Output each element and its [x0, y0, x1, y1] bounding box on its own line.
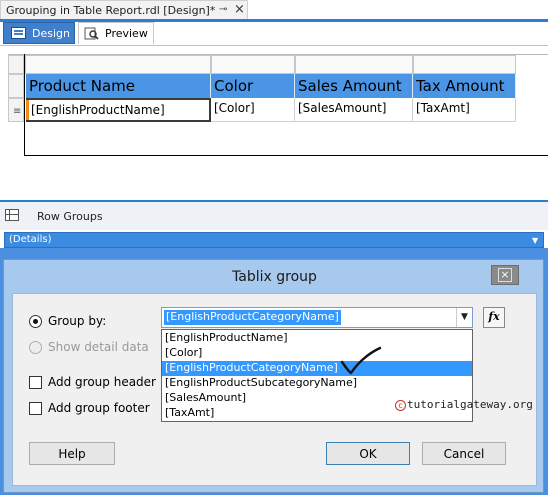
column-handle[interactable]: [25, 55, 211, 74]
details-group-item[interactable]: (Details) ▼: [4, 232, 544, 248]
watermark-text: tutorialgateway.org: [407, 398, 533, 411]
header-row-handle[interactable]: [8, 74, 24, 98]
group-by-combobox-value: [EnglishProductCategoryName]: [164, 310, 341, 325]
tablix-group-dialog: Tablix group × Group by: Show detail dat…: [3, 259, 544, 493]
group-by-label: Group by:: [48, 314, 107, 328]
close-icon: ×: [498, 268, 512, 282]
add-group-header-label: Add group header: [48, 375, 156, 389]
tab-design[interactable]: Design: [3, 22, 75, 44]
column-handle[interactable]: [413, 55, 516, 74]
dropdown-option[interactable]: [EnglishProductSubcategoryName]: [162, 376, 472, 391]
tablix-header-row: Product Name Color Sales Amount Tax Amou…: [26, 74, 516, 98]
detail-cell-product-name[interactable]: [EnglishProductName]: [26, 98, 211, 122]
column-handle[interactable]: [295, 55, 413, 74]
show-detail-radio[interactable]: [29, 341, 42, 354]
details-group-icon: ≡: [13, 106, 22, 117]
dialog-close-button[interactable]: ×: [491, 265, 519, 285]
dialog-content: Group by: Show detail data [EnglishProdu…: [12, 293, 537, 486]
chevron-down-icon[interactable]: ▼: [456, 308, 472, 327]
design-icon: [11, 27, 26, 39]
tablix-column-handles: [25, 55, 516, 74]
watermark: c tutorialgateway.org: [395, 398, 533, 411]
selected-row-indicator: [26, 100, 29, 120]
dropdown-option[interactable]: [EnglishProductName]: [162, 331, 472, 346]
cancel-button[interactable]: Cancel: [422, 442, 506, 465]
report-body-bottom-border: [24, 155, 548, 156]
tablix-corner-handle[interactable]: [8, 55, 24, 74]
ok-button[interactable]: OK: [326, 442, 410, 465]
dialog-title: Tablix group: [232, 269, 317, 285]
show-detail-label: Show detail data: [48, 340, 149, 354]
dropdown-option[interactable]: [Color]: [162, 346, 472, 361]
row-groups-label: Row Groups: [37, 210, 103, 223]
tab-preview[interactable]: Preview: [78, 22, 154, 44]
row-groups-icon: [5, 209, 19, 221]
header-cell-color[interactable]: Color: [211, 74, 295, 98]
help-button[interactable]: Help: [29, 442, 115, 465]
dropdown-option-selected[interactable]: [EnglishProductCategoryName]: [162, 361, 472, 376]
header-cell-tax-amount[interactable]: Tax Amount: [413, 74, 516, 98]
add-group-footer-label: Add group footer: [48, 401, 150, 415]
detail-row-handle[interactable]: ≡: [8, 98, 24, 122]
checkmark-annotation-icon: [340, 346, 382, 375]
document-tab[interactable]: Grouping in Table Report.rdl [Design]* ⊸…: [0, 0, 248, 20]
group-by-radio[interactable]: [29, 315, 42, 328]
header-cell-product-name[interactable]: Product Name: [26, 74, 211, 98]
grouping-pane-header: Row Groups: [0, 202, 548, 230]
close-icon[interactable]: ×: [234, 2, 245, 17]
detail-cell-tax-amount[interactable]: [TaxAmt]: [413, 98, 516, 122]
tablix-detail-row: [EnglishProductName] [Color] [SalesAmoun…: [26, 98, 516, 122]
detail-cell-color[interactable]: [Color]: [211, 98, 295, 122]
details-group-label: (Details): [9, 234, 52, 245]
chevron-down-icon[interactable]: ▼: [532, 236, 538, 245]
watermark-logo-icon: c: [395, 400, 406, 411]
column-handle[interactable]: [211, 55, 295, 74]
tab-design-label: Design: [32, 27, 70, 40]
add-group-header-checkbox[interactable]: [29, 376, 42, 389]
group-by-combobox[interactable]: [EnglishProductCategoryName] ▼: [161, 307, 473, 328]
add-group-footer-checkbox[interactable]: [29, 402, 42, 415]
document-tab-title: Grouping in Table Report.rdl [Design]*: [6, 4, 216, 17]
pin-icon[interactable]: ⊸: [219, 4, 227, 15]
tab-preview-label: Preview: [105, 27, 148, 40]
preview-icon: [84, 27, 99, 40]
detail-cell-sales-amount[interactable]: [SalesAmount]: [295, 98, 413, 122]
header-cell-sales-amount[interactable]: Sales Amount: [295, 74, 413, 98]
expression-button[interactable]: fx: [483, 307, 505, 328]
